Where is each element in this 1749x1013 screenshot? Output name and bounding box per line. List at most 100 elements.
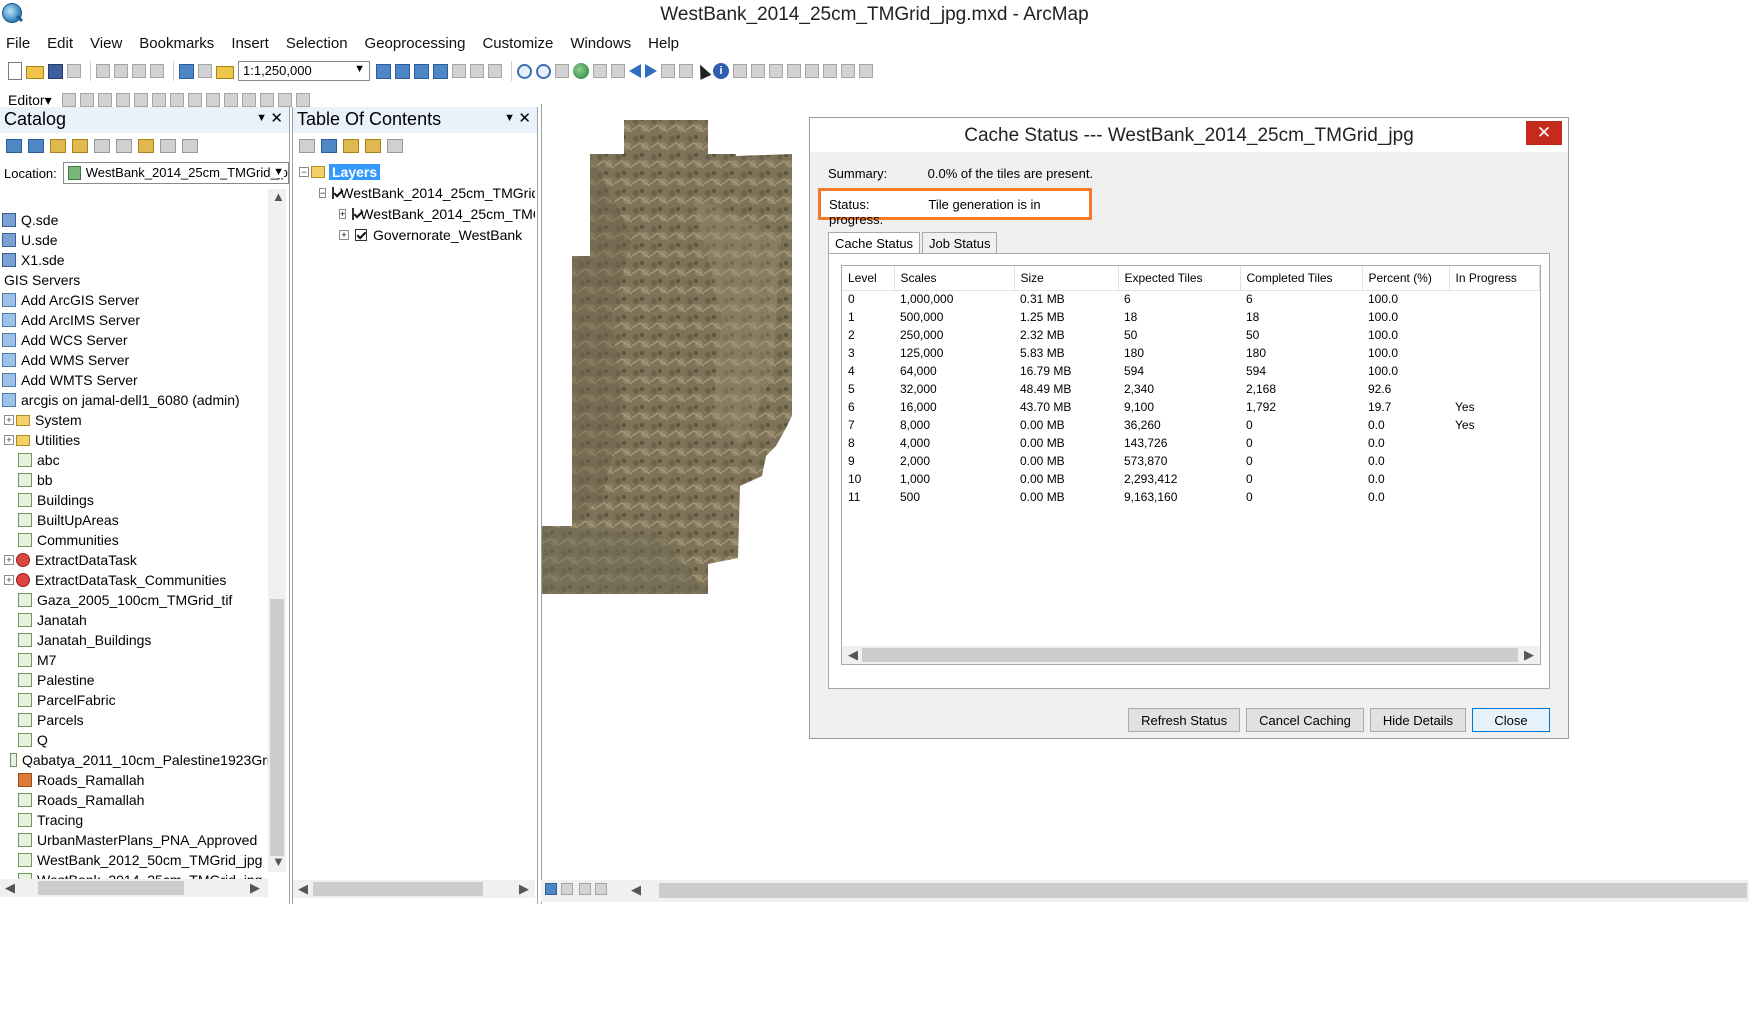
layer-visibility-checkbox[interactable] — [332, 186, 335, 199]
up-one-level-icon[interactable] — [50, 139, 66, 153]
hide-details-button[interactable]: Hide Details — [1369, 708, 1466, 732]
table-row[interactable]: 4 64,000 16.79 MB 594 594 100.0 — [842, 362, 1539, 380]
toc-layer-item[interactable]: + WestBank_2014_25cm_TMC — [299, 203, 535, 224]
chevron-down-icon[interactable]: ▼ — [354, 63, 365, 75]
scroll-down-arrow-icon[interactable]: ▼ — [272, 854, 285, 869]
menu-help[interactable]: Help — [648, 35, 679, 52]
table-row[interactable]: 8 4,000 0.00 MB 143,726 0 0.0 — [842, 434, 1539, 452]
catalog-tree-item[interactable]: Add WCS Server — [0, 330, 270, 350]
catalog-tree-item[interactable]: Add ArcGIS Server — [0, 290, 270, 310]
chevron-down-icon[interactable]: ▼ — [273, 166, 284, 178]
expand-icon[interactable]: + — [339, 229, 349, 240]
list-by-source-icon[interactable] — [321, 139, 337, 153]
table-row[interactable]: 7 8,000 0.00 MB 36,260 0 0.0 Yes — [842, 416, 1539, 434]
catalog-tree-item[interactable]: Janatah_Buildings — [0, 630, 270, 650]
catalog-tree-item[interactable]: GIS Servers — [0, 270, 270, 290]
menu-edit[interactable]: Edit — [47, 35, 73, 52]
catalog-tree-item[interactable]: Palestine — [0, 670, 270, 690]
column-header[interactable]: Expected Tiles — [1118, 266, 1241, 291]
scroll-thumb[interactable] — [270, 599, 284, 856]
editor-toolbar-icon[interactable] — [376, 63, 391, 79]
catalog-tree-item[interactable]: Roads_Ramallah — [0, 790, 270, 810]
scroll-left-arrow-icon[interactable]: ◀ — [298, 881, 308, 897]
toc-options-icon[interactable] — [387, 139, 403, 153]
scroll-left-arrow-icon[interactable]: ◀ — [5, 880, 15, 896]
connect-to-folder-icon[interactable] — [138, 139, 154, 153]
pin-icon[interactable]: ▼ — [504, 112, 515, 124]
back-extent-icon[interactable] — [629, 64, 641, 78]
table-row[interactable]: 0 1,000,000 0.31 MB 6 6 100.0 — [842, 290, 1539, 308]
scroll-thumb[interactable] — [313, 882, 483, 896]
open-folder-icon[interactable] — [26, 66, 44, 79]
tree-view-icon[interactable] — [160, 139, 176, 153]
catalog-tree-item[interactable]: bb — [0, 470, 270, 490]
list-by-selection-icon[interactable] — [365, 139, 381, 153]
table-row[interactable]: 3 125,000 5.83 MB 180 180 100.0 — [842, 344, 1539, 362]
catalog-tree-item[interactable]: M7 — [0, 650, 270, 670]
view-options-icon[interactable] — [116, 139, 132, 153]
menu-insert[interactable]: Insert — [231, 35, 269, 52]
catalog-tree-item[interactable]: Add WMTS Server — [0, 370, 270, 390]
scroll-left-arrow-icon[interactable]: ◀ — [631, 882, 641, 898]
refresh-status-button[interactable]: Refresh Status — [1128, 708, 1241, 732]
layers-label[interactable]: Layers — [329, 163, 381, 180]
expand-icon[interactable]: + — [4, 415, 14, 425]
catalog-tree-item[interactable]: + ExtractDataTask_Communities — [0, 570, 270, 590]
catalog-tree-item[interactable]: Gaza_2005_100cm_TMGrid_tif — [0, 590, 270, 610]
editor-menu-button[interactable]: Editor▾ — [8, 92, 52, 109]
expand-icon[interactable]: + — [339, 208, 347, 219]
catalog-tree-item[interactable]: U.sde — [0, 230, 270, 250]
cut-icon[interactable] — [96, 64, 110, 78]
scroll-up-arrow-icon[interactable]: ▲ — [272, 189, 285, 204]
catalog-tree-item[interactable]: UrbanMasterPlans_PNA_Approved — [0, 830, 270, 850]
expand-icon[interactable]: + — [4, 555, 14, 565]
toc-layers-root[interactable]: − Layers — [299, 161, 535, 182]
python-window-icon[interactable] — [470, 64, 484, 78]
close-button[interactable]: Close — [1472, 708, 1550, 732]
scroll-thumb[interactable] — [862, 648, 1518, 662]
collapse-icon[interactable]: − — [299, 166, 309, 177]
identify-icon[interactable]: i — [713, 63, 729, 79]
column-header[interactable]: Completed Tiles — [1240, 266, 1363, 291]
catalog-tree-item[interactable]: abc — [0, 450, 270, 470]
copy-icon[interactable] — [114, 64, 128, 78]
scroll-right-arrow-icon[interactable]: ▶ — [250, 880, 260, 896]
expand-icon[interactable]: + — [4, 435, 14, 445]
toggle-contents-icon[interactable] — [94, 139, 110, 153]
table-row[interactable]: 10 1,000 0.00 MB 2,293,412 0 0.0 — [842, 470, 1539, 488]
column-header[interactable]: In Progress — [1449, 266, 1540, 291]
go-to-xy-icon[interactable] — [823, 64, 837, 78]
catalog-tree-item[interactable]: WestBank_2012_50cm_TMGrid_jpg — [0, 850, 270, 870]
catalog-tree-item[interactable]: + Utilities — [0, 430, 270, 450]
menu-customize[interactable]: Customize — [482, 35, 553, 52]
layout-view-icon[interactable] — [561, 883, 573, 895]
table-row[interactable]: 1 500,000 1.25 MB 18 18 100.0 — [842, 308, 1539, 326]
delete-icon[interactable] — [150, 64, 164, 78]
catalog-tree-item[interactable]: Qabatya_2011_10cm_Palestine1923Gri — [0, 750, 270, 770]
catalog-vertical-scrollbar[interactable]: ▲ ▼ — [268, 189, 286, 872]
save-icon[interactable] — [48, 63, 63, 79]
layer-visibility-checkbox[interactable] — [352, 207, 355, 220]
scroll-right-arrow-icon[interactable]: ▶ — [519, 881, 529, 897]
search-window-icon[interactable] — [433, 63, 448, 79]
list-by-drawing-order-icon[interactable] — [299, 139, 315, 153]
find-binoculars-icon[interactable] — [787, 64, 801, 78]
catalog-tree-item[interactable]: + ExtractDataTask — [0, 550, 270, 570]
scroll-left-arrow-icon[interactable]: ◀ — [848, 647, 858, 663]
catalog-options-icon[interactable] — [182, 139, 198, 153]
pin-icon[interactable]: ▼ — [256, 112, 267, 124]
catalog-tree-item[interactable]: Parcels — [0, 710, 270, 730]
print-icon[interactable] — [67, 64, 81, 78]
time-slider-icon[interactable] — [841, 64, 855, 78]
catalog-tree-item[interactable]: ParcelFabric — [0, 690, 270, 710]
menu-bookmarks[interactable]: Bookmarks — [139, 35, 214, 52]
catalog-tree-item[interactable]: + System — [0, 410, 270, 430]
forward-arrow-icon[interactable] — [28, 139, 44, 153]
scroll-right-arrow-icon[interactable]: ▶ — [1524, 647, 1534, 663]
table-row[interactable]: 9 2,000 0.00 MB 573,870 0 0.0 — [842, 452, 1539, 470]
fixed-zoom-in-icon[interactable] — [593, 64, 607, 78]
toc-layer-item[interactable]: + Governorate_WestBank — [299, 224, 535, 245]
find-route-icon[interactable] — [805, 64, 819, 78]
catalog-tree-item[interactable]: Add ArcIMS Server — [0, 310, 270, 330]
clear-selection-icon[interactable] — [679, 64, 693, 78]
